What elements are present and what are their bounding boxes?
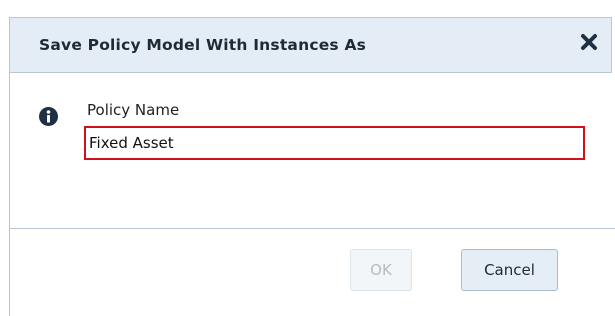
- policy-name-input[interactable]: [84, 126, 585, 160]
- ok-button[interactable]: OK: [350, 249, 412, 291]
- footer-divider: [10, 228, 615, 229]
- dialog-header: Save Policy Model With Instances As: [10, 17, 612, 73]
- info-icon: [39, 107, 58, 126]
- close-icon[interactable]: [577, 30, 601, 54]
- cancel-button[interactable]: Cancel: [461, 249, 558, 291]
- policy-name-label: Policy Name: [87, 101, 180, 119]
- dialog-title: Save Policy Model With Instances As: [39, 36, 367, 54]
